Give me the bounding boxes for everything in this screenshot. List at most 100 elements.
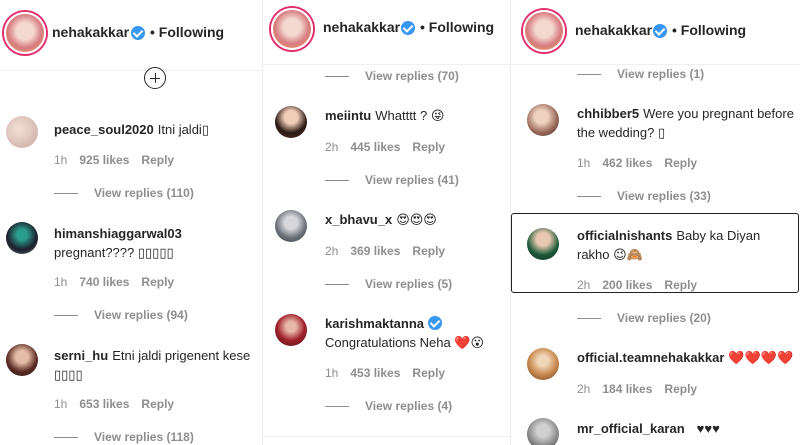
screenshot-panel-3: nehakakkar • Following View replies (1) … [510, 0, 800, 445]
reply-button[interactable]: Reply [412, 140, 445, 154]
comment-meta: 2h 445 likes Reply [325, 140, 445, 154]
verified-badge-icon [131, 26, 145, 40]
reply-button[interactable]: Reply [412, 366, 445, 380]
screenshot-panel-1: nehakakkar • Following peace_soul2020 Itn… [0, 0, 262, 445]
view-replies-link[interactable]: View replies (20) [577, 311, 711, 325]
comment-meta: 1h 653 likes Reply [54, 397, 174, 411]
commenter-avatar[interactable] [527, 418, 559, 445]
reply-button[interactable]: Reply [141, 397, 174, 411]
comment-text: himanshiaggarwal03 pregnant???? ▯▯▯▯▯ [54, 224, 254, 262]
view-replies-link[interactable]: View replies (118) [54, 430, 194, 444]
reply-button[interactable]: Reply [664, 156, 697, 170]
header-username[interactable]: nehakakkar [52, 24, 129, 40]
comment-meta: 1h 453 likes Reply [325, 366, 445, 380]
comment-username[interactable]: mr_official_karan [577, 421, 685, 436]
comment-username[interactable]: serni_hu [54, 348, 108, 363]
comment-likes[interactable]: 453 likes [350, 366, 400, 380]
comment-time: 1h [54, 397, 68, 411]
following-button[interactable]: • Following [672, 22, 746, 38]
reply-button[interactable]: Reply [141, 153, 174, 167]
commenter-avatar[interactable] [6, 116, 38, 148]
comment-username[interactable]: x_bhavu_x [325, 212, 392, 227]
comment-body: Whatttt ? 😜 [375, 108, 445, 123]
header-divider [511, 64, 800, 65]
comment-time: 2h [577, 278, 591, 292]
profile-avatar[interactable] [271, 8, 313, 50]
view-replies-link[interactable]: View replies (4) [325, 399, 452, 413]
commenter-avatar[interactable] [275, 106, 307, 138]
comment-time: 1h [54, 153, 68, 167]
comment-text: chhibber5 Were you pregnant before the we… [577, 104, 797, 142]
view-replies-link[interactable]: View replies (70) [325, 69, 459, 83]
comment-text: karishmaktanna Congratulations Neha ❤️😮 [325, 314, 511, 352]
header-username[interactable]: nehakakkar [323, 19, 400, 35]
commenter-avatar[interactable] [275, 210, 307, 242]
comment-likes[interactable]: 369 likes [350, 244, 400, 258]
comment-likes[interactable]: 653 likes [79, 397, 129, 411]
comment-text: officialnishants Baby ka Diyan rakho 😉🙈 [577, 226, 787, 264]
commenter-avatar[interactable] [6, 222, 38, 254]
profile-avatar[interactable] [4, 12, 46, 54]
reply-button[interactable]: Reply [141, 275, 174, 289]
add-comment-icon[interactable] [144, 67, 166, 89]
footer-divider [263, 436, 511, 437]
comment-time: 1h [577, 156, 591, 170]
comment-body: 😍😍😍 [396, 212, 437, 227]
comment-time: 1h [54, 275, 68, 289]
comment-username[interactable]: chhibber5 [577, 106, 639, 121]
comment-body: ♥♥♥ [696, 421, 720, 436]
commenter-avatar[interactable] [527, 348, 559, 380]
comment-body: Congratulations Neha ❤️😮 [325, 335, 485, 350]
commenter-avatar[interactable] [275, 314, 307, 346]
view-replies-link[interactable]: View replies (94) [54, 308, 188, 322]
reply-button[interactable]: Reply [664, 382, 697, 396]
comment-likes[interactable]: 740 likes [79, 275, 129, 289]
view-replies-link[interactable]: View replies (41) [325, 173, 459, 187]
comment-meta: 2h 369 likes Reply [325, 244, 445, 258]
view-replies-link[interactable]: View replies (110) [54, 186, 194, 200]
comment-time: 1h [325, 366, 339, 380]
comment-body: pregnant???? ▯▯▯▯▯ [54, 245, 174, 260]
comment-username[interactable]: peace_soul2020 [54, 122, 154, 137]
comment-time: 2h [325, 244, 339, 258]
comment-likes[interactable]: 925 likes [79, 153, 129, 167]
comment-username[interactable]: himanshiaggarwal03 [54, 226, 182, 241]
comment-text: serni_hu Etni jaldi prigenent kese ▯▯▯▯ [54, 346, 260, 384]
comment-time: 2h [325, 140, 339, 154]
comment-meta: 2h 200 likes Reply [577, 278, 697, 292]
commenter-avatar[interactable] [527, 104, 559, 136]
header-username[interactable]: nehakakkar [575, 22, 652, 38]
comment-likes[interactable]: 200 likes [602, 278, 652, 292]
comment-text: peace_soul2020 Itni jaldi▯ [54, 120, 254, 139]
reply-button[interactable]: Reply [412, 244, 445, 258]
comment-body: ❤️❤️❤️❤️ [728, 350, 794, 365]
comment-likes[interactable]: 445 likes [350, 140, 400, 154]
profile-avatar[interactable] [523, 10, 565, 52]
comment-meta: 1h 462 likes Reply [577, 156, 697, 170]
reply-button[interactable]: Reply [664, 278, 697, 292]
verified-badge-icon [653, 24, 667, 38]
comment-likes[interactable]: 184 likes [602, 382, 652, 396]
comment-text: mr_official_karan ♥♥♥ [577, 419, 799, 438]
verified-badge-icon [401, 21, 415, 35]
commenter-avatar[interactable] [6, 344, 38, 376]
comment-username[interactable]: meiintu [325, 108, 371, 123]
comment-likes[interactable]: 462 likes [602, 156, 652, 170]
comment-time: 2h [577, 382, 591, 396]
comment-body: Itni jaldi▯ [157, 122, 209, 137]
comment-text: x_bhavu_x 😍😍😍 [325, 210, 505, 229]
comment-username[interactable]: official.teamnehakakkar [577, 350, 724, 365]
view-replies-link[interactable]: View replies (33) [577, 189, 711, 203]
verified-badge-icon [428, 316, 442, 330]
comment-meta: 1h 740 likes Reply [54, 275, 174, 289]
screenshot-panel-2: nehakakkar • Following View replies (70)… [262, 0, 511, 445]
comment-text: official.teamnehakakkar ❤️❤️❤️❤️ [577, 348, 799, 367]
comment-username[interactable]: karishmaktanna [325, 316, 424, 331]
comment-username[interactable]: officialnishants [577, 228, 672, 243]
following-button[interactable]: • Following [150, 24, 224, 40]
commenter-avatar[interactable] [527, 228, 559, 260]
view-replies-link[interactable]: View replies (5) [325, 277, 452, 291]
view-replies-link[interactable]: View replies (1) [577, 67, 704, 81]
following-button[interactable]: • Following [420, 19, 494, 35]
comment-meta: 1h 925 likes Reply [54, 153, 174, 167]
